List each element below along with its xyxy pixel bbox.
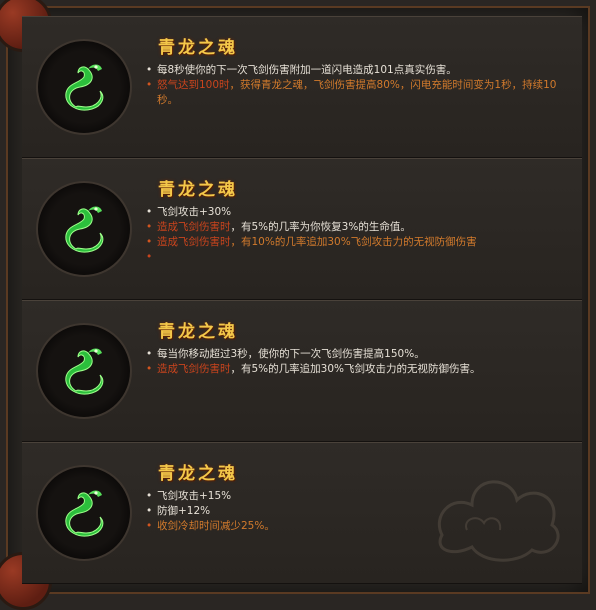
description-line: • 每当你移动超过3秒，使你的下一次飞剑伤害提高150%。 [146, 348, 425, 360]
skill-title: 青龙之魂 [158, 464, 238, 484]
skill-description: • 飞剑攻击+15% • 防御+12% • 收剑冷却时间减少25%。 [146, 489, 570, 534]
jade-dragon-icon [65, 206, 104, 253]
description-line: • 造成飞剑伤害时，有5%的几率追加30%飞剑攻击力的无视防御伤害。 [146, 363, 481, 375]
skill-description: • 每8秒使你的下一次飞剑伤害附加一道闪电造成101点真实伤害。 • 怒气达到100… [146, 63, 570, 108]
skill-card-1: 青龙之魂 • 每8秒使你的下一次飞剑伤害附加一道闪电造成101点真实伤害。 • 怒气… [22, 16, 582, 158]
description-line: • 防御+12% [146, 505, 211, 517]
skill-description: • 每当你移动超过3秒，使你的下一次飞剑伤害提高150%。 • 造成飞剑伤害时，有5… [146, 347, 570, 377]
skill-card-2: 青龙之魂 • 飞剑攻击+30% • 造成飞剑伤害时，有5%的几率为你恢复3%的生命值… [22, 158, 582, 300]
skill-title: 青龙之魂 [158, 322, 238, 342]
skill-title: 青龙之魂 [158, 180, 238, 200]
description-line: • 飞剑攻击+15% [146, 490, 232, 502]
skill-badge [36, 323, 132, 419]
skill-card-4: 青龙之魂 • 飞剑攻击+15% • 防御+12% • 收剑冷却时间减少25%。 [22, 442, 582, 584]
jade-dragon-icon [65, 348, 104, 395]
skill-description: • 飞剑攻击+30% • 造成飞剑伤害时，有5%的几率为你恢复3%的生命值。 • 造成… [146, 205, 570, 265]
skill-badge [36, 465, 132, 561]
empty-bullet: • [146, 251, 153, 263]
skill-title: 青龙之魂 [158, 38, 238, 58]
description-line: • 收剑冷却时间减少25%。 [146, 520, 275, 532]
description-line: • 飞剑攻击+30% [146, 206, 232, 218]
description-line: • 怒气达到100时，获得青龙之魂，飞剑伤害提高80%，闪电充能时间变为1秒，持续… [146, 79, 557, 106]
description-line: • 每8秒使你的下一次飞剑伤害附加一道闪电造成101点真实伤害。 [146, 64, 457, 76]
skill-badge [36, 39, 132, 135]
description-line: • 造成飞剑伤害时，有5%的几率为你恢复3%的生命值。 [146, 221, 411, 233]
description-line: • 造成飞剑伤害时，有10%的几率追加30%飞剑攻击力的无视防御伤害 [146, 236, 477, 248]
jade-dragon-icon [65, 490, 104, 537]
skill-card-3: 青龙之魂 • 每当你移动超过3秒，使你的下一次飞剑伤害提高150%。 • 造成飞剑伤… [22, 300, 582, 442]
jade-dragon-icon [65, 64, 104, 111]
skill-badge [36, 181, 132, 277]
